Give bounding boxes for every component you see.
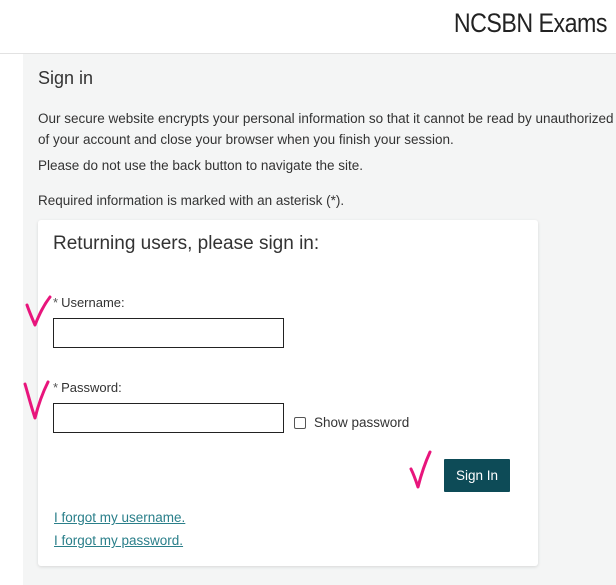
- password-input[interactable]: [53, 403, 284, 433]
- security-notice: Our secure website encrypts your persona…: [38, 108, 614, 150]
- username-label: * Username:: [53, 295, 125, 310]
- username-input[interactable]: [53, 318, 284, 348]
- page-title: Sign in: [38, 68, 94, 88]
- required-asterisk: *: [53, 380, 59, 395]
- site-header: NCSBN Exams: [0, 0, 616, 54]
- sign-in-card: Returning users, please sign in: * Userna…: [38, 220, 538, 566]
- sign-in-button[interactable]: Sign In: [444, 459, 510, 492]
- forgot-username-link[interactable]: I forgot my username.: [54, 510, 185, 525]
- sign-in-heading: Returning users, please sign in:: [53, 233, 320, 254]
- back-button-notice: Please do not use the back button to nav…: [38, 158, 363, 173]
- show-password-label: Show password: [314, 415, 410, 430]
- security-notice-line-2: of your account and close your browser w…: [38, 132, 454, 147]
- site-brand[interactable]: NCSBN Exams: [454, 8, 608, 39]
- security-notice-line-1: Our secure website encrypts your persona…: [38, 111, 614, 126]
- password-label-text: Password:: [61, 380, 122, 395]
- username-label-text: Username:: [61, 295, 125, 310]
- check-mark-icon: [409, 450, 432, 489]
- check-mark-icon: [23, 380, 50, 420]
- password-label: * Password:: [53, 380, 122, 395]
- show-password-toggle[interactable]: Show password: [294, 415, 409, 430]
- show-password-checkbox[interactable]: [294, 416, 306, 429]
- check-mark-icon: [25, 295, 52, 327]
- forgot-password-link[interactable]: I forgot my password.: [54, 533, 183, 548]
- required-fields-notice: Required information is marked with an a…: [38, 193, 345, 208]
- main-content: Sign in Our secure website encrypts your…: [23, 54, 616, 585]
